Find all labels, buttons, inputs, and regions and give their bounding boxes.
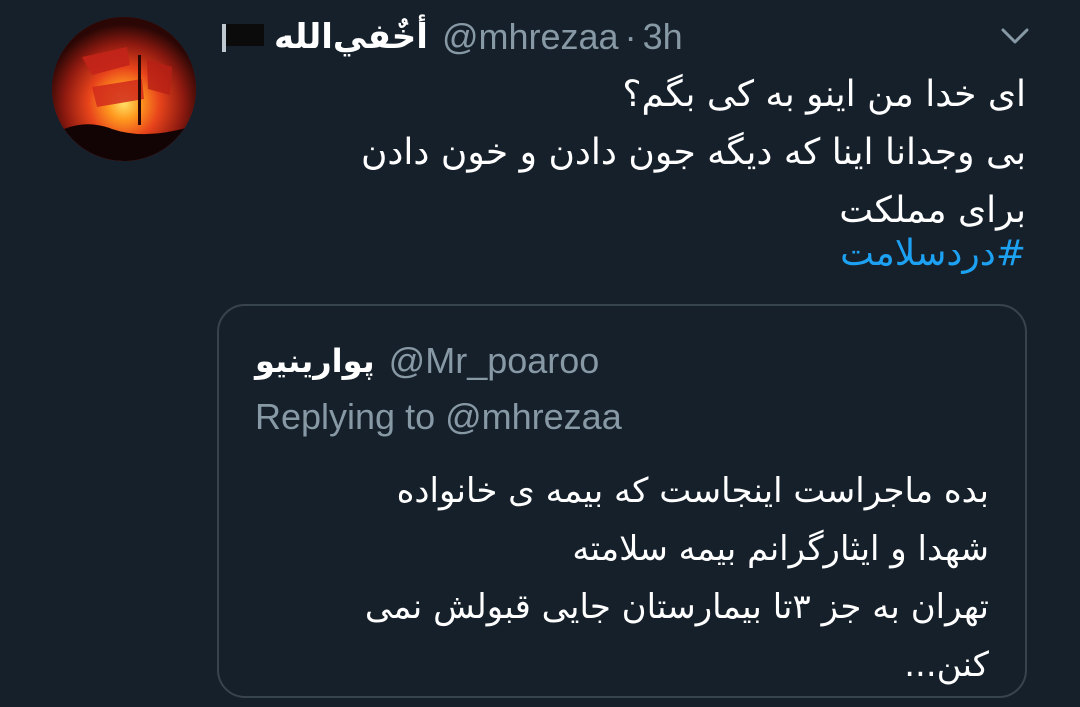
quote-header: پوارینیو @Mr_poaroo (255, 336, 599, 386)
tweet-text: ای خدا من اینو به کی بگم؟ بی وجدانا اینا… (266, 66, 1026, 240)
avatar-image (52, 17, 196, 161)
tweet-text-line: بی وجدانا اینا که دیگه جون دادن و خون دا… (360, 132, 1026, 173)
author-handle[interactable]: @mhrezaa (442, 16, 619, 58)
tweet-text-line: ای خدا من اینو به کی بگم؟ (622, 74, 1026, 115)
quote-text: بده ماجراست اینجاست که بیمه ی خانواده شه… (249, 462, 989, 694)
author-display-name[interactable]: أخٌفي‌الله (274, 17, 428, 57)
quote-author-display-name: پوارینیو (255, 342, 375, 380)
chevron-down-icon[interactable] (1000, 24, 1030, 48)
tweet-timestamp[interactable]: 3h (643, 16, 683, 58)
tweet-header: أخٌفي‌الله @mhrezaa · 3h (222, 14, 683, 60)
quote-text-line: تهران به جز ۳تا بیمارستان جایی قبولش نمی (364, 587, 989, 627)
quote-text-line: کنن... (904, 645, 989, 685)
quote-author-handle: @Mr_poaroo (388, 340, 600, 381)
avatar[interactable] (52, 17, 196, 161)
hashtag-link[interactable]: #دردسلامت (840, 225, 1026, 283)
tweet[interactable]: أخٌفي‌الله @mhrezaa · 3h ای خدا من اینو … (0, 0, 1080, 707)
separator-dot: · (624, 16, 637, 57)
quote-text-line: بده ماجراست اینجاست که بیمه ی خانواده (396, 471, 989, 511)
black-flag-icon (222, 24, 264, 52)
replying-to-label: Replying to @mhrezaa (255, 396, 622, 437)
quoted-tweet-card[interactable]: پوارینیو @Mr_poaroo Replying to @mhrezaa… (217, 304, 1027, 698)
quote-text-line: شهدا و ایثارگرانم بیمه سلامته (572, 529, 989, 569)
